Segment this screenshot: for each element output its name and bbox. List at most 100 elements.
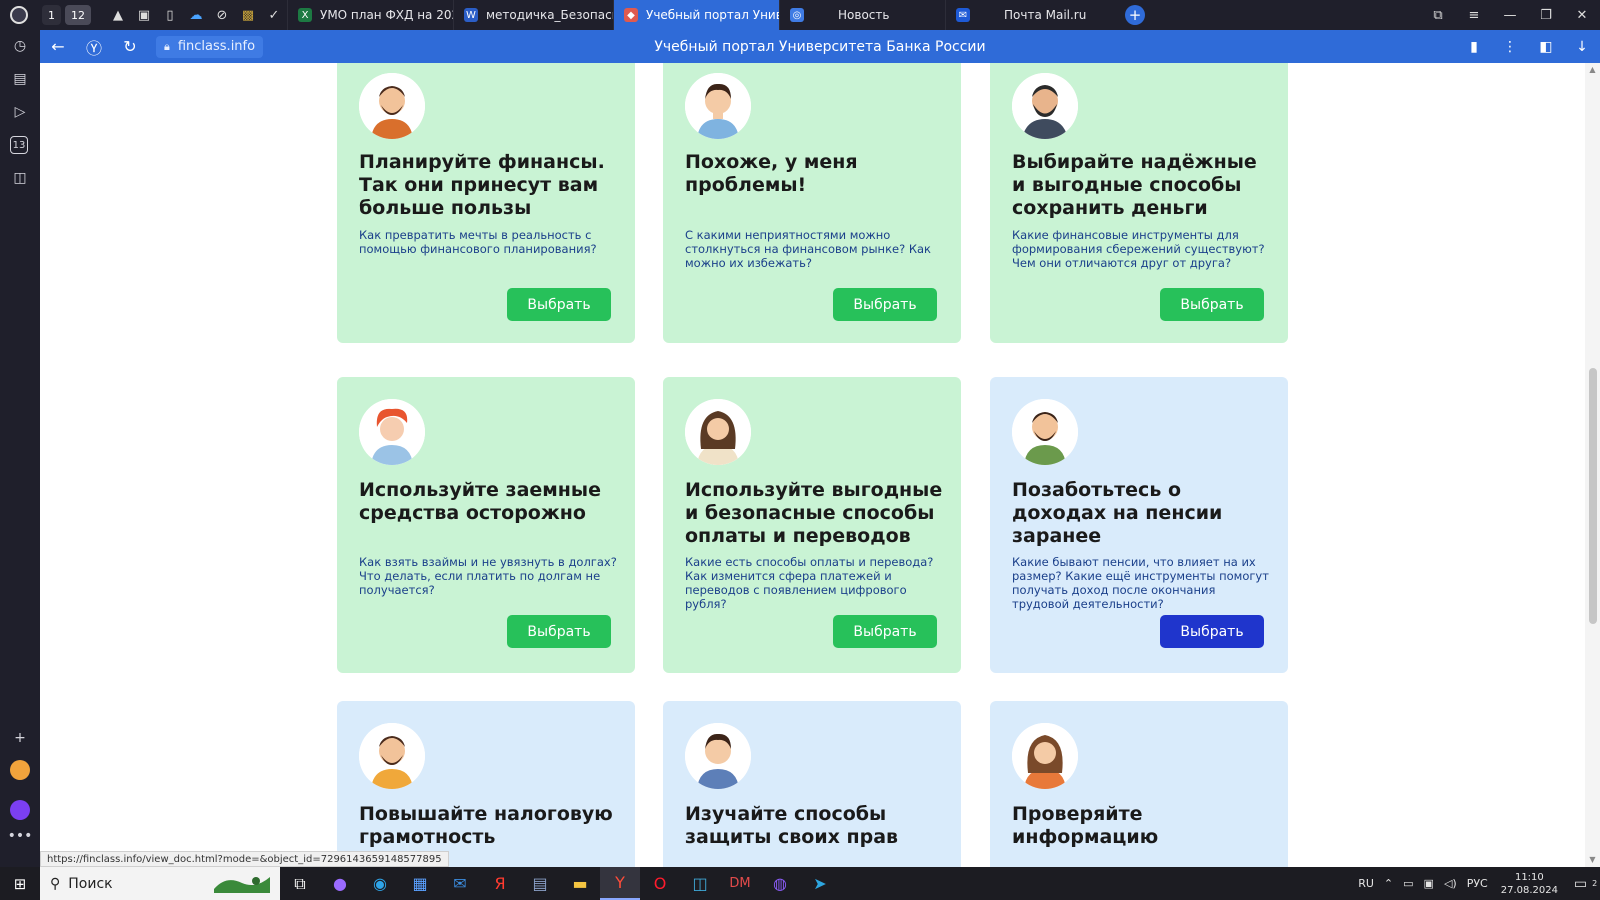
yandex-icon[interactable]: Ⓨ — [76, 35, 112, 59]
app-orange-icon[interactable] — [10, 760, 30, 780]
edge-icon[interactable]: ◉ — [360, 867, 400, 900]
course-card: Планируйте финансы. Так они принесут вам… — [337, 63, 635, 343]
collections-icon[interactable]: ⧉ — [1420, 0, 1456, 30]
avatar — [1012, 399, 1078, 465]
avatar — [359, 723, 425, 789]
store-icon[interactable]: ▦ — [400, 867, 440, 900]
tab-mail[interactable]: ✉ Почта Mail.ru — [945, 0, 1111, 30]
card-description: Как взять взаймы и не увязнуть в долгах?… — [359, 555, 617, 597]
link-icon: ⊘ — [216, 7, 228, 23]
notes-icon[interactable]: ▤ — [10, 69, 30, 89]
pinned-tab-document[interactable]: ▯ — [157, 0, 183, 30]
yandex-browser-icon[interactable]: Y — [600, 867, 640, 900]
screenshot-icon[interactable]: ◫ — [10, 168, 30, 188]
language-indicator[interactable]: RU — [1358, 877, 1374, 890]
select-button[interactable]: Выбрать — [1160, 615, 1264, 648]
pinned-tab-link[interactable]: ⊘ — [209, 0, 235, 30]
tab-group-counter[interactable]: 1 — [42, 5, 61, 25]
explorer-icon[interactable]: ▬ — [560, 867, 600, 900]
pinned-tab-check[interactable]: ✓ — [261, 0, 287, 30]
course-card: Проверяйте информацию — [990, 701, 1288, 867]
taskbar-search[interactable]: ⚲ Поиск — [40, 867, 280, 900]
select-button[interactable]: Выбрать — [833, 615, 937, 648]
opera-icon[interactable]: O — [640, 867, 680, 900]
check-icon: ✓ — [268, 7, 280, 23]
mail-app-icon[interactable]: ✉ — [440, 867, 480, 900]
tab-portal-active[interactable]: ◆ Учебный портал Униве ✕ — [613, 0, 779, 30]
tab-news[interactable]: ◎ Новость — [779, 0, 945, 30]
alice-taskbar-icon[interactable]: ● — [320, 867, 360, 900]
plus-icon: + — [1128, 6, 1142, 24]
task-view-icon[interactable]: ⧉ — [280, 867, 320, 900]
more-icon[interactable]: ⋮ — [1492, 39, 1528, 55]
card-description: Какие бывают пенсии, что влияет на их ра… — [1012, 555, 1269, 611]
pinned-tab-image[interactable]: ▣ — [131, 0, 157, 30]
url-field[interactable]: 🔒︎ finclass.info — [156, 35, 264, 58]
clock-date: 27.08.2024 — [1500, 884, 1558, 896]
address-bar: ← Ⓨ ↻ 🔒︎ finclass.info Учебный портал Ун… — [40, 30, 1600, 63]
select-button[interactable]: Выбрать — [1160, 288, 1264, 321]
tab-word[interactable]: W методичка_Безопасный д — [453, 0, 613, 30]
device-icon[interactable]: ▭ — [1403, 877, 1413, 890]
clock[interactable]: 11:10 27.08.2024 — [1501, 871, 1558, 897]
viber-icon[interactable]: ◍ — [760, 867, 800, 900]
scroll-up-icon[interactable]: ▲ — [1588, 65, 1597, 74]
card-title: Проверяйте информацию — [1012, 803, 1159, 848]
card-title: Используйте заемные средства осторожно — [359, 479, 601, 524]
start-button[interactable]: ⊞ — [0, 875, 40, 893]
bookmark-icon[interactable]: ▮ — [1456, 39, 1492, 55]
tab-excel[interactable]: X УМО план ФХД на 2024_о — [287, 0, 453, 30]
avatar — [1012, 73, 1078, 139]
profile-button[interactable] — [0, 0, 38, 30]
calculator-icon[interactable]: ▤ — [520, 867, 560, 900]
more-apps-icon[interactable]: ••• — [8, 826, 33, 846]
select-button[interactable]: Выбрать — [507, 288, 611, 321]
dm-app-icon[interactable]: DM — [720, 867, 760, 900]
page-content: Планируйте финансы. Так они принесут вам… — [40, 63, 1585, 867]
reload-icon[interactable]: ↻ — [112, 37, 148, 56]
tab-label: Учебный портал Униве — [646, 8, 779, 22]
add-panel-icon[interactable]: + — [10, 728, 30, 748]
select-button[interactable]: Выбрать — [507, 615, 611, 648]
excel-icon: X — [298, 8, 312, 22]
lock-icon: 🔒︎ — [164, 39, 170, 53]
card-description: С какими неприятностями можно столкнутьс… — [685, 228, 932, 270]
back-icon[interactable]: ← — [40, 37, 76, 56]
search-icon: ⚲ — [50, 875, 61, 892]
keyboard-indicator[interactable]: РУС — [1467, 877, 1488, 890]
browser-tab-bar: 1 12 ▲ ▣ ▯ ☁ ⊘ ▩ ✓ X УМО план ФХД на 202… — [0, 0, 1600, 30]
calendar-icon[interactable]: 13 — [10, 136, 28, 154]
network-app-icon[interactable]: ◫ — [680, 867, 720, 900]
volume-icon[interactable]: ◁) — [1444, 877, 1457, 890]
card-description: Какие есть способы оплаты и перевода? Ка… — [685, 555, 934, 611]
course-card: Используйте заемные средства осторожно К… — [337, 377, 635, 673]
pinned-tab-bell[interactable]: ▲ — [105, 0, 131, 30]
close-window-icon[interactable]: ✕ — [1564, 0, 1600, 30]
page-scrollbar[interactable]: ▲ ▼ — [1585, 63, 1600, 867]
notifications-button[interactable]: ▭ 2 — [1566, 876, 1600, 892]
select-button[interactable]: Выбрать — [833, 288, 937, 321]
emblem-icon: ▩ — [241, 7, 255, 23]
menu-icon[interactable]: ≡ — [1456, 0, 1492, 30]
pinned-tab-cloud[interactable]: ☁ — [183, 0, 209, 30]
history-icon[interactable]: ◷ — [10, 36, 30, 56]
download-icon[interactable]: ↓ — [1564, 39, 1600, 55]
network-icon[interactable]: ▣ — [1424, 877, 1434, 890]
scroll-down-icon[interactable]: ▼ — [1588, 855, 1597, 864]
telegram-icon[interactable]: ➤ — [800, 867, 840, 900]
chevron-up-icon[interactable]: ⌃ — [1384, 877, 1393, 890]
window-controls: ⧉ ≡ — ❐ ✕ — [1420, 0, 1600, 30]
minimize-icon[interactable]: — — [1492, 0, 1528, 30]
scroll-thumb[interactable] — [1589, 368, 1597, 624]
sidebar-toggle-icon[interactable]: ◧ — [1528, 39, 1564, 55]
profile-icon — [10, 6, 28, 24]
pinned-tab-emblem[interactable]: ▩ — [235, 0, 261, 30]
tab-group-counter[interactable]: 12 — [65, 5, 91, 25]
avatar — [359, 399, 425, 465]
alice-icon[interactable] — [10, 800, 30, 820]
yandex-app-icon[interactable]: Я — [480, 867, 520, 900]
restore-icon[interactable]: ❐ — [1528, 0, 1564, 30]
play-icon[interactable]: ▷ — [10, 102, 30, 122]
new-tab-button[interactable]: + — [1125, 5, 1145, 25]
mail-icon: ✉ — [956, 8, 970, 22]
